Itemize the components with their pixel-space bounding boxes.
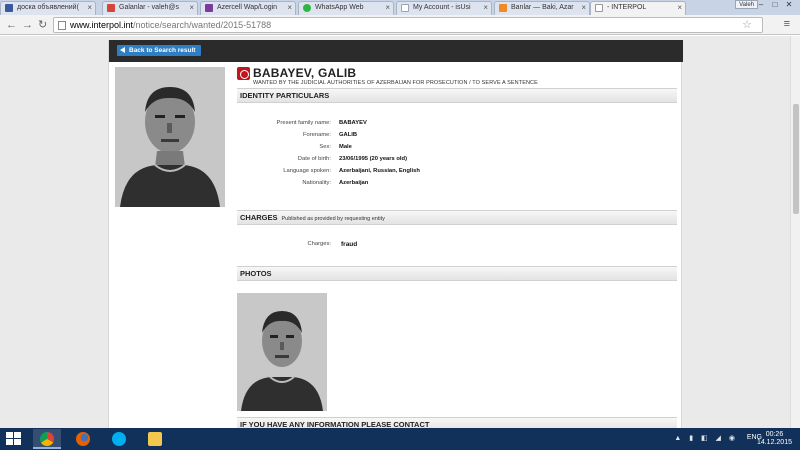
minimize-icon[interactable]: – — [754, 0, 768, 9]
skype-icon — [112, 432, 126, 446]
family-name-value: BABAYEV — [339, 120, 367, 126]
photo-thumbnail[interactable] — [237, 293, 327, 411]
vertical-scrollbar[interactable] — [790, 36, 800, 428]
taskbar-firefox[interactable] — [69, 429, 97, 449]
page-icon — [401, 4, 409, 12]
windows-start-icon[interactable] — [6, 432, 22, 446]
window-controls: – □ ✕ — [754, 0, 796, 12]
bookmark-star-icon[interactable]: ☆ — [742, 18, 752, 31]
browser-tab[interactable]: Banlar — Baki, Azar × — [494, 1, 590, 15]
menu-icon[interactable]: ≡ — [784, 18, 790, 30]
clock-date: 14.12.2015 — [756, 439, 792, 446]
forename-value: GALIB — [339, 132, 358, 138]
page-viewport: Back to Search result BABAYEV, GALIB WAN… — [0, 36, 790, 428]
scrollbar-thumb[interactable] — [793, 104, 799, 214]
tab-label: Galanlar - valeh@s — [119, 4, 180, 11]
system-clock[interactable]: 00:26 14.12.2015 — [757, 431, 792, 447]
notice-container: Back to Search result BABAYEV, GALIB WAN… — [108, 40, 683, 428]
interpol-red-notice-icon — [237, 67, 250, 80]
charges-heading: CHARGES — [240, 213, 278, 222]
photos-heading: PHOTOS — [240, 269, 272, 278]
url-path: /notice/search/wanted/2015-51788 — [133, 20, 272, 30]
back-to-search-button[interactable]: Back to Search result — [117, 45, 202, 56]
tab-label: Azercell Wap/Login — [217, 4, 278, 11]
sex-label: Sex: — [319, 144, 331, 150]
contact-heading: IF YOU HAVE ANY INFORMATION PLEASE CONTA… — [240, 420, 430, 428]
suspect-photo — [115, 67, 225, 207]
sex-value: Male — [339, 144, 352, 150]
browser-tab[interactable]: доска объявлений( × — [0, 1, 96, 15]
tab-label: - INTERPOL — [607, 4, 647, 11]
languages-value: Azerbaijani, Russian, English — [339, 168, 420, 174]
folder-icon — [148, 432, 162, 446]
portrait-thumbnail-image — [237, 293, 327, 411]
facebook-icon — [5, 4, 13, 12]
close-tab-icon[interactable]: × — [483, 3, 488, 12]
chrome-icon — [40, 432, 54, 446]
browser-toolbar: ← → ↻ www.interpol.int/notice/search/wan… — [0, 15, 800, 35]
family-name-label: Present family name: — [276, 120, 331, 126]
forename-label: Forename: — [302, 132, 331, 138]
identity-heading: IDENTITY PARTICULARS — [240, 91, 330, 100]
close-tab-icon[interactable]: × — [581, 3, 586, 12]
dob-value: 23/06/1995 (20 years old) — [339, 156, 407, 162]
close-window-icon[interactable]: ✕ — [782, 0, 796, 9]
maximize-icon[interactable]: □ — [768, 0, 782, 9]
close-tab-icon[interactable]: × — [189, 3, 194, 12]
windows-taskbar: ▲ ▮ ◧ ◢ ◉ ENG 00:26 14.12.2015 — [0, 428, 800, 450]
tab-label: Banlar — Baki, Azar — [511, 4, 574, 11]
nationality-label: Nationality: — [302, 180, 331, 186]
back-arrow-icon[interactable]: ← — [6, 18, 17, 32]
notice-header-bar: Back to Search result — [109, 40, 683, 62]
close-tab-icon[interactable]: × — [287, 3, 292, 12]
nationality-value: Azerbaijan — [339, 180, 369, 186]
azercell-icon — [205, 4, 213, 12]
languages-label: Language spoken: — [283, 168, 331, 174]
taskbar-file-explorer[interactable] — [141, 429, 169, 449]
page-icon — [595, 4, 603, 12]
charges-section-header: CHARGES Published as provided by requesti… — [237, 210, 677, 225]
gmail-icon — [107, 4, 115, 12]
contact-section-header: IF YOU HAVE ANY INFORMATION PLEASE CONTA… — [237, 417, 677, 428]
firefox-icon — [76, 432, 90, 446]
browser-tab[interactable]: Azercell Wap/Login × — [200, 1, 296, 15]
reload-icon[interactable]: ↻ — [38, 18, 47, 32]
tab-strip: доска объявлений( × Galanlar - valeh@s ×… — [0, 0, 800, 15]
tab-label: My Account - isUsi — [413, 4, 471, 11]
forward-arrow-icon[interactable]: → — [22, 18, 33, 32]
tap-az-icon — [499, 4, 507, 12]
photos-section-header: PHOTOS — [237, 266, 677, 281]
url-host: www.interpol.int — [70, 20, 134, 30]
portrait-image — [115, 67, 225, 207]
browser-tab-active[interactable]: - INTERPOL × — [590, 1, 686, 15]
wanted-by-text: WANTED BY THE JUDICIAL AUTHORITIES OF AZ… — [253, 80, 538, 86]
browser-tab[interactable]: Galanlar - valeh@s × — [102, 1, 198, 15]
browser-tab[interactable]: WhatsApp Web × — [298, 1, 394, 15]
tab-label: WhatsApp Web — [315, 4, 364, 11]
taskbar-chrome[interactable] — [33, 429, 61, 449]
charges-subheading: Published as provided by requesting enti… — [281, 216, 385, 222]
system-tray-icons[interactable]: ▲ ▮ ◧ ◢ ◉ — [674, 434, 738, 442]
tab-label: доска объявлений( — [17, 4, 79, 11]
wanted-person-name: BABAYEV, GALIB — [253, 66, 357, 80]
page-info-icon[interactable] — [58, 21, 66, 30]
close-tab-icon[interactable]: × — [87, 3, 92, 12]
whatsapp-icon — [303, 4, 311, 12]
identity-section-header: IDENTITY PARTICULARS — [237, 88, 677, 103]
close-tab-icon[interactable]: × — [385, 3, 390, 12]
close-tab-icon[interactable]: × — [677, 3, 682, 12]
charges-value: fraud — [341, 241, 358, 248]
browser-tab[interactable]: My Account - isUsi × — [396, 1, 492, 15]
clock-time: 00:26 — [765, 431, 784, 438]
taskbar-skype[interactable] — [105, 429, 133, 449]
charges-label: Charges: — [307, 241, 331, 247]
address-bar[interactable]: www.interpol.int/notice/search/wanted/20… — [53, 17, 763, 33]
dob-label: Date of birth: — [297, 156, 331, 162]
